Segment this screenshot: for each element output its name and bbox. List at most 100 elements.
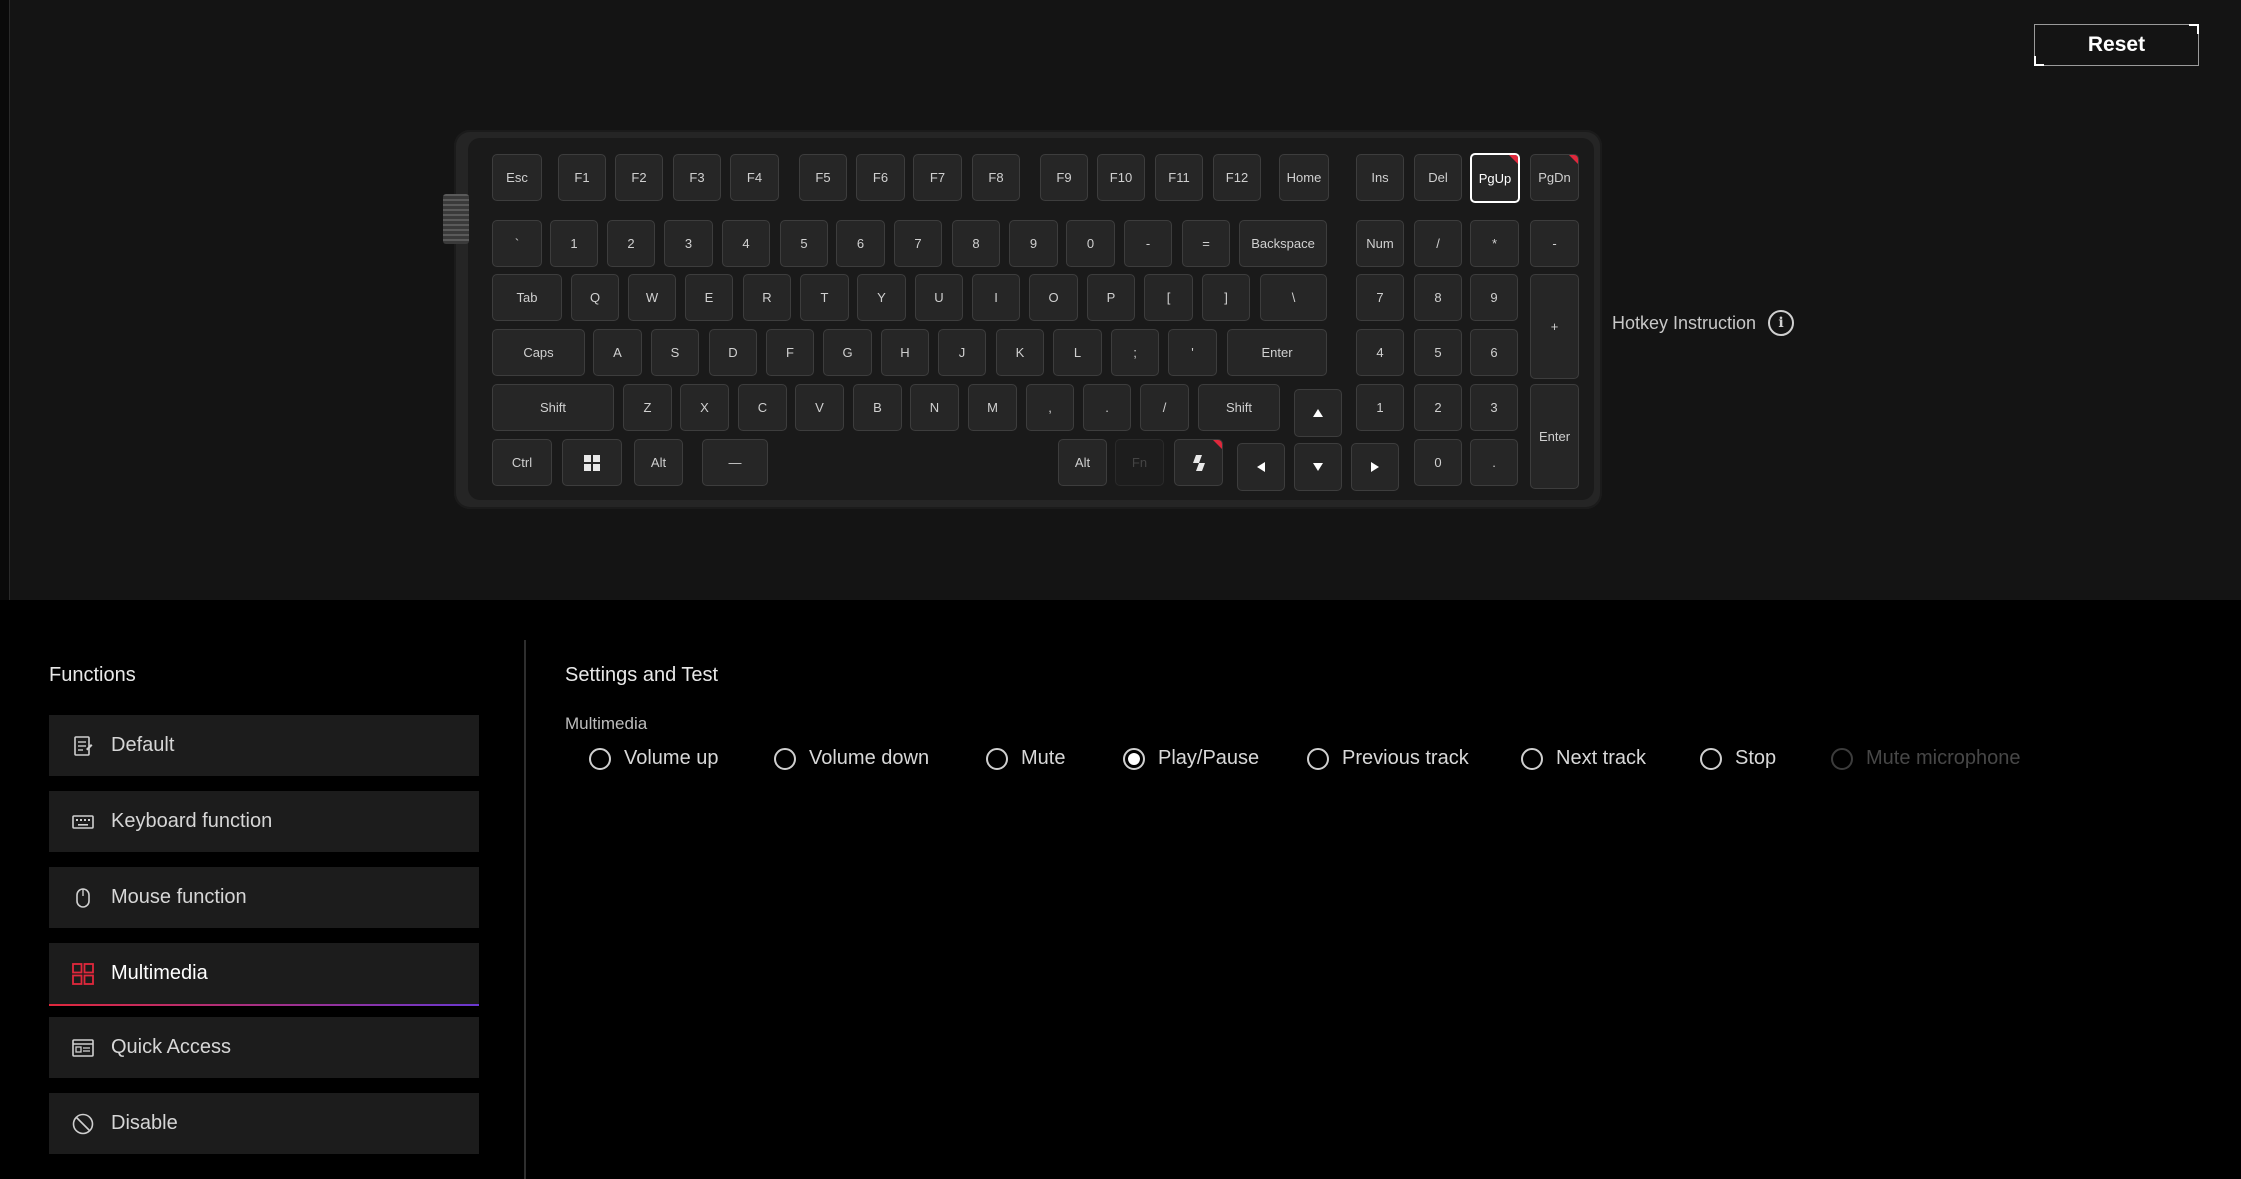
key-esc[interactable]: Esc: [492, 154, 542, 201]
key-ctrl[interactable]: Ctrl: [492, 439, 552, 486]
key-symbol[interactable]: —: [702, 439, 768, 486]
key-symbol[interactable]: `: [492, 220, 542, 267]
key-tab[interactable]: Tab: [492, 274, 562, 321]
key-3[interactable]: 3: [664, 220, 713, 267]
key-n[interactable]: N: [910, 384, 959, 431]
key-symbol[interactable]: ]: [1202, 274, 1250, 321]
key-del[interactable]: Del: [1414, 154, 1462, 201]
key-pgup[interactable]: PgUp: [1470, 153, 1520, 203]
key-9[interactable]: 9: [1009, 220, 1058, 267]
key-f6[interactable]: F6: [856, 154, 905, 201]
key-1[interactable]: 1: [550, 220, 598, 267]
reset-button[interactable]: Reset: [2034, 24, 2199, 66]
key-1[interactable]: 1: [1356, 384, 1404, 431]
key-symbol[interactable]: ;: [1111, 329, 1159, 376]
key-u[interactable]: U: [915, 274, 963, 321]
function-item-multimedia[interactable]: Multimedia: [49, 943, 479, 1006]
radio-mute[interactable]: Mute: [986, 747, 1065, 770]
key-f9[interactable]: F9: [1040, 154, 1088, 201]
hotkey-instruction[interactable]: Hotkey Instruction i: [1612, 310, 1795, 336]
function-item-quick-access[interactable]: Quick Access: [49, 1017, 479, 1078]
key-0[interactable]: 0: [1414, 439, 1462, 486]
key-enter[interactable]: Enter: [1227, 329, 1327, 376]
arrow-left-key[interactable]: [1237, 443, 1285, 491]
key-4[interactable]: 4: [722, 220, 770, 267]
key-f3[interactable]: F3: [673, 154, 721, 201]
key-symbol[interactable]: \: [1260, 274, 1327, 321]
radio-button[interactable]: [986, 747, 1008, 770]
key-4[interactable]: 4: [1356, 329, 1404, 376]
key-6[interactable]: 6: [1470, 329, 1518, 376]
key-o[interactable]: O: [1029, 274, 1078, 321]
radio-button[interactable]: [1521, 747, 1543, 770]
key-symbol[interactable]: ': [1168, 329, 1217, 376]
key-backspace[interactable]: Backspace: [1239, 220, 1327, 267]
key-symbol[interactable]: [: [1144, 274, 1193, 321]
key-f10[interactable]: F10: [1097, 154, 1145, 201]
arrow-down-key[interactable]: [1294, 443, 1342, 491]
key-symbol[interactable]: .: [1470, 439, 1518, 486]
radio-stop[interactable]: Stop: [1700, 747, 1776, 770]
key-f11[interactable]: F11: [1155, 154, 1203, 201]
key-shift[interactable]: Shift: [492, 384, 614, 431]
function-item-mouse[interactable]: Mouse function: [49, 867, 479, 928]
key-s[interactable]: S: [651, 329, 699, 376]
key-h[interactable]: H: [881, 329, 929, 376]
key-home[interactable]: Home: [1279, 154, 1329, 201]
key-symbol[interactable]: /: [1140, 384, 1189, 431]
info-icon[interactable]: i: [1768, 310, 1795, 336]
key-0[interactable]: 0: [1066, 220, 1115, 267]
radio-button[interactable]: [774, 747, 796, 770]
key-symbol[interactable]: =: [1182, 220, 1230, 267]
key-w[interactable]: W: [628, 274, 676, 321]
key-ins[interactable]: Ins: [1356, 154, 1404, 201]
radio-play-pause[interactable]: Play/Pause: [1123, 747, 1259, 770]
key-alt[interactable]: Alt: [1058, 439, 1107, 486]
function-item-keyboard[interactable]: Keyboard function: [49, 791, 479, 852]
key-a[interactable]: A: [593, 329, 642, 376]
key-p[interactable]: P: [1087, 274, 1135, 321]
key-symbol[interactable]: -: [1530, 220, 1579, 267]
radio-previous-track[interactable]: Previous track: [1307, 747, 1469, 770]
key-f1[interactable]: F1: [558, 154, 606, 201]
radio-volume-down[interactable]: Volume down: [774, 747, 929, 770]
radio-button[interactable]: [1700, 747, 1722, 770]
radio-button[interactable]: [589, 747, 611, 770]
key-8[interactable]: 8: [1414, 274, 1462, 321]
key-c[interactable]: C: [738, 384, 787, 431]
key-i[interactable]: I: [972, 274, 1020, 321]
key-8[interactable]: 8: [952, 220, 1000, 267]
volume-knob[interactable]: [443, 194, 469, 244]
key-j[interactable]: J: [938, 329, 986, 376]
key-enter[interactable]: Enter: [1530, 384, 1579, 489]
arrow-up-key[interactable]: [1294, 389, 1342, 437]
key-v[interactable]: V: [795, 384, 844, 431]
key-l[interactable]: L: [1053, 329, 1102, 376]
key-fn[interactable]: Fn: [1115, 439, 1164, 486]
arrow-right-key[interactable]: [1351, 443, 1399, 491]
key-t[interactable]: T: [800, 274, 849, 321]
key-g[interactable]: G: [823, 329, 872, 376]
key-5[interactable]: 5: [780, 220, 828, 267]
key-e[interactable]: E: [685, 274, 733, 321]
key-b[interactable]: B: [853, 384, 902, 431]
key-f[interactable]: F: [766, 329, 814, 376]
key-x[interactable]: X: [680, 384, 729, 431]
key-symbol[interactable]: +: [1530, 274, 1579, 379]
radio-button[interactable]: [1307, 747, 1329, 770]
key-f7[interactable]: F7: [913, 154, 962, 201]
key-f2[interactable]: F2: [615, 154, 663, 201]
key-5[interactable]: 5: [1414, 329, 1462, 376]
key-9[interactable]: 9: [1470, 274, 1518, 321]
key-symbol[interactable]: /: [1414, 220, 1462, 267]
function-item-disable[interactable]: Disable: [49, 1093, 479, 1154]
key-pgdn[interactable]: PgDn: [1530, 154, 1579, 201]
key-f8[interactable]: F8: [972, 154, 1020, 201]
radio-volume-up[interactable]: Volume up: [589, 747, 719, 770]
key-num[interactable]: Num: [1356, 220, 1404, 267]
key-m[interactable]: M: [968, 384, 1017, 431]
key-z[interactable]: Z: [623, 384, 672, 431]
windows-key[interactable]: [562, 439, 622, 486]
key-shift[interactable]: Shift: [1198, 384, 1280, 431]
key-symbol[interactable]: -: [1124, 220, 1172, 267]
